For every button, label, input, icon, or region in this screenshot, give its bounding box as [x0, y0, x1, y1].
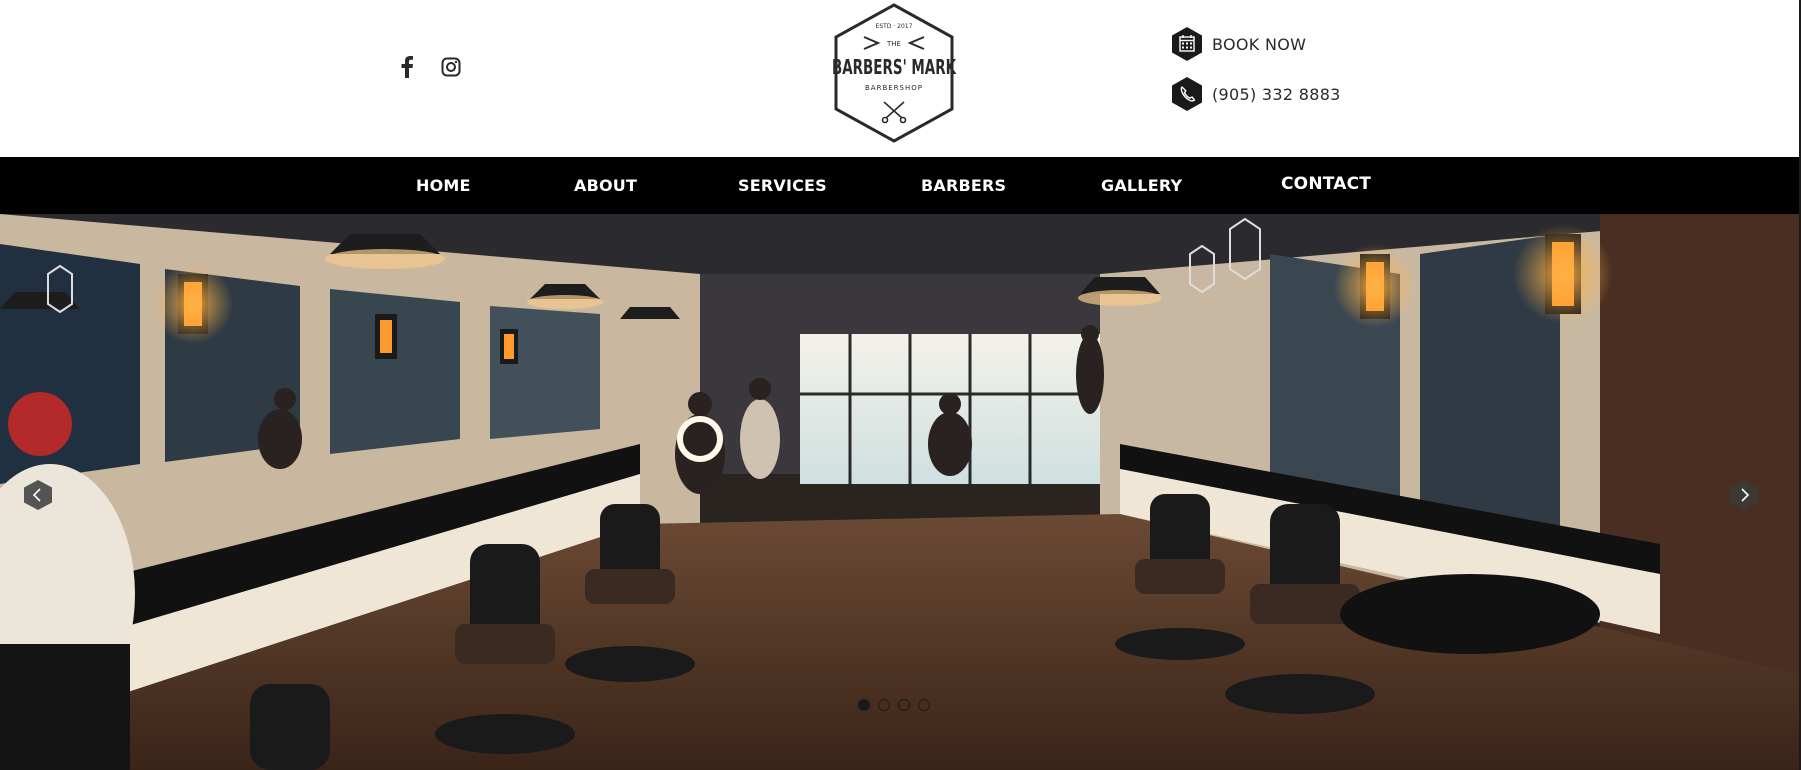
slider-pagination — [858, 699, 930, 711]
nav-home[interactable]: HOME — [416, 157, 471, 214]
site-header: ESTD · 2017 THE BARBERS' MARK BARBERSHOP — [0, 0, 1801, 157]
slider-dot-1[interactable] — [858, 699, 870, 711]
phone-icon — [1170, 76, 1204, 112]
facebook-icon[interactable] — [396, 56, 418, 78]
logo-name: BARBERS' MARK — [832, 55, 957, 79]
logo-estd: ESTD · 2017 — [876, 23, 913, 30]
phone-label: (905) 332 8883 — [1212, 84, 1341, 104]
nav-contact[interactable]: CONTACT — [1281, 156, 1371, 213]
slider-next-button[interactable] — [1728, 479, 1760, 511]
book-now-link[interactable]: BOOK NOW — [1170, 26, 1341, 62]
book-now-label: BOOK NOW — [1212, 34, 1307, 54]
social-links — [396, 56, 462, 78]
logo-the: THE — [886, 40, 901, 48]
slider-dot-3[interactable] — [898, 699, 910, 711]
hero-slider-image — [0, 214, 1799, 770]
nav-about[interactable]: ABOUT — [574, 157, 637, 214]
nav-services[interactable]: SERVICES — [738, 157, 827, 214]
logo-sub: BARBERSHOP — [865, 84, 923, 92]
chevron-left-icon — [24, 480, 52, 510]
header-contact: BOOK NOW (905) 332 8883 — [1170, 26, 1341, 126]
brand-logo[interactable]: ESTD · 2017 THE BARBERS' MARK BARBERSHOP — [828, 2, 960, 144]
phone-link[interactable]: (905) 332 8883 — [1170, 76, 1341, 112]
nav-barbers[interactable]: BARBERS — [921, 157, 1006, 214]
slider-prev-button[interactable] — [22, 479, 54, 511]
nav-gallery[interactable]: GALLERY — [1101, 157, 1182, 214]
slider-dot-2[interactable] — [878, 699, 890, 711]
page: ESTD · 2017 THE BARBERS' MARK BARBERSHOP — [0, 0, 1801, 770]
slider-dot-4[interactable] — [918, 699, 930, 711]
calendar-icon — [1170, 26, 1204, 62]
chevron-right-icon — [1730, 480, 1758, 510]
instagram-icon[interactable] — [440, 56, 462, 78]
main-nav: HOME ABOUT SERVICES BARBERS GALLERY CONT… — [0, 157, 1801, 214]
